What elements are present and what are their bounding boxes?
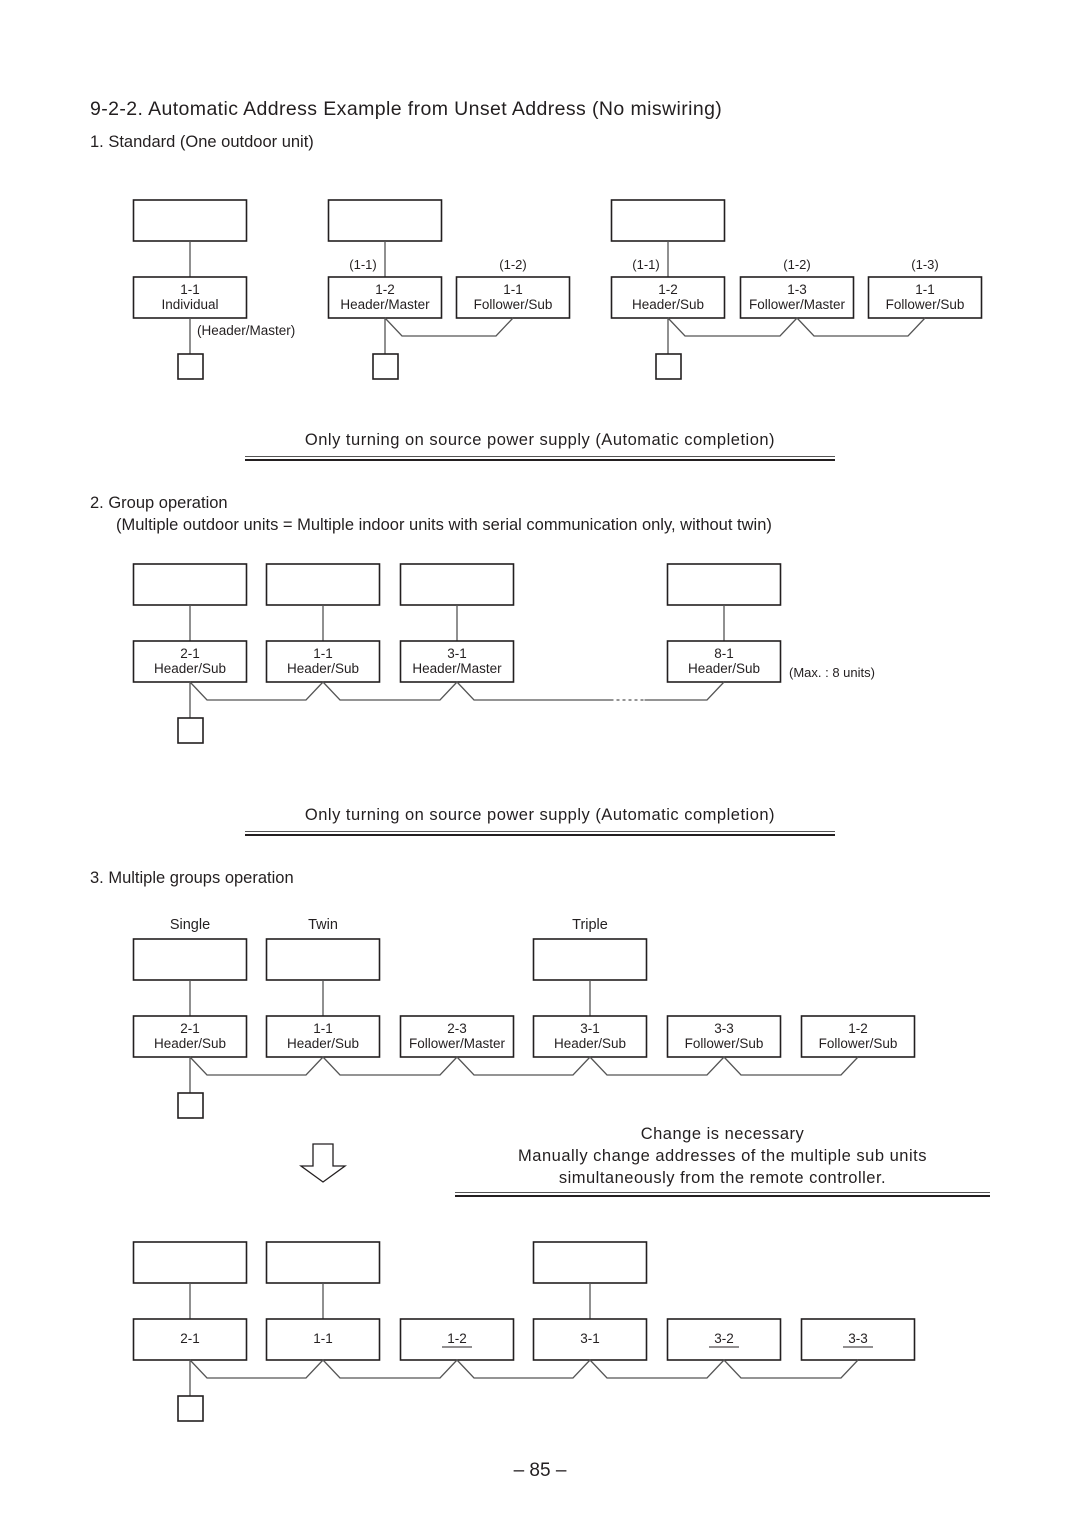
s3-before-bus-segment xyxy=(322,1056,458,1076)
s1-g3-indoor-unit-3-role: Follower/Sub xyxy=(886,297,965,312)
s1-g3-indoor-unit-1-address: 1-2 xyxy=(658,282,678,297)
s3-before-indoor-unit-5-role: Follower/Sub xyxy=(685,1036,764,1051)
s1-g3-outdoor-unit xyxy=(610,199,726,242)
s3-after-outdoor-unit-3 xyxy=(532,1241,648,1284)
s2-indoor-unit-4-role: Header/Sub xyxy=(688,661,760,676)
s1-g2-indoor-unit-1-role: Header/Master xyxy=(340,297,430,312)
s2-outdoor-unit-2 xyxy=(265,563,381,606)
s2-outdoor-unit-4 xyxy=(666,563,782,606)
s3-before-indoor-unit-2-role: Header/Sub xyxy=(287,1036,359,1051)
s1-g2-indoor-unit-2-role: Follower/Sub xyxy=(474,297,553,312)
s3-after-indoor-unit-6-address: 3-3 xyxy=(848,1331,868,1346)
s3-before-bus-segment xyxy=(189,1056,324,1076)
s2-bus-segment xyxy=(322,681,458,701)
s2-bus-segment xyxy=(644,681,725,701)
s3-before-indoor-unit-4-role: Header/Sub xyxy=(554,1036,626,1051)
s1-g1-outdoor-unit xyxy=(132,199,248,242)
s3-before-indoor-unit-4-address: 3-1 xyxy=(580,1021,600,1036)
s2-outdoor-unit-3 xyxy=(399,563,515,606)
s3-before-indoor-unit-1-address: 2-1 xyxy=(180,1021,200,1036)
s3-after-outdoor-unit-2 xyxy=(265,1241,381,1284)
s2-indoor-unit-2-role: Header/Sub xyxy=(287,661,359,676)
s1-g2-outdoor-unit xyxy=(327,199,443,242)
s1-g2-original-address-1: (1-1) xyxy=(349,257,376,272)
wiring-diagrams: 1-1Individual(Header/Master)1-2Header/Ma… xyxy=(132,199,983,1422)
s1-g3-indoor-unit-2-address: 1-3 xyxy=(787,282,807,297)
s3-after-indoor-unit-1-address: 2-1 xyxy=(180,1331,200,1346)
s3-group-label-twin: Twin xyxy=(308,917,338,933)
s2-indoor-unit-1-role: Header/Sub xyxy=(154,661,226,676)
s3-before-indoor-unit-6-role: Follower/Sub xyxy=(819,1036,898,1051)
s1-g1-indoor-unit-address: 1-1 xyxy=(180,282,200,297)
s3-group-label-triple: Triple xyxy=(572,917,608,933)
s2-bus-segment xyxy=(189,681,324,701)
s2-remote-controller xyxy=(177,717,204,744)
s3-before-indoor-unit-3-address: 2-3 xyxy=(447,1021,467,1036)
s3-after-remote-controller xyxy=(177,1395,204,1422)
s1-g2-remote-controller xyxy=(372,353,399,380)
s3-after-bus-segment xyxy=(189,1359,324,1379)
s1-g3-indoor-unit-2-role: Follower/Master xyxy=(749,297,846,312)
s2-indoor-unit-2-address: 1-1 xyxy=(313,646,333,661)
s3-before-indoor-unit-1-role: Header/Sub xyxy=(154,1036,226,1051)
s3-before-indoor-unit-3-role: Follower/Master xyxy=(409,1036,506,1051)
s3-before-outdoor-unit-1 xyxy=(132,938,248,981)
s1-g3-indoor-unit-3-address: 1-1 xyxy=(915,282,935,297)
s1-g2-original-address-2: (1-2) xyxy=(499,257,526,272)
s3-before-outdoor-unit-3 xyxy=(532,938,648,981)
s3-before-indoor-unit-2-address: 1-1 xyxy=(313,1021,333,1036)
s1-g2-indoor-unit-2-address: 1-1 xyxy=(503,282,523,297)
s3-before-remote-controller xyxy=(177,1092,204,1119)
s3-before-bus-segment xyxy=(723,1056,859,1076)
s3-after-indoor-unit-4-address: 3-1 xyxy=(580,1331,600,1346)
s3-after-indoor-unit-5-address: 3-2 xyxy=(714,1331,734,1346)
s2-max-units-note: (Max. : 8 units) xyxy=(789,665,875,680)
s2-indoor-unit-1-address: 2-1 xyxy=(180,646,200,661)
s1-g3-bus-segment xyxy=(796,317,926,337)
s3-after-indoor-unit-2-address: 1-1 xyxy=(313,1331,333,1346)
s1-g2-indoor-unit-1-address: 1-2 xyxy=(375,282,395,297)
s3-before-bus-segment xyxy=(589,1056,725,1076)
s2-indoor-unit-3-role: Header/Master xyxy=(412,661,502,676)
s2-indoor-unit-3-address: 3-1 xyxy=(447,646,467,661)
s3-before-bus-segment xyxy=(456,1056,591,1076)
s2-outdoor-unit-1 xyxy=(132,563,248,606)
s1-g3-remote-controller xyxy=(655,353,682,380)
s1-g2-bus-segment xyxy=(384,317,514,337)
s3-after-bus-segment xyxy=(589,1359,725,1379)
s3-group-label-single: Single xyxy=(170,917,210,933)
s1-g1-indoor-unit-role: Individual xyxy=(161,297,218,312)
s1-g3-bus-segment xyxy=(667,317,798,337)
s3-before-outdoor-unit-2 xyxy=(265,938,381,981)
s3-after-bus-segment xyxy=(456,1359,591,1379)
s3-after-bus-segment xyxy=(322,1359,458,1379)
s1-g1-remote-controller xyxy=(177,353,204,380)
s2-indoor-unit-4-address: 8-1 xyxy=(714,646,734,661)
s3-before-indoor-unit-6-address: 1-2 xyxy=(848,1021,868,1036)
s1-g3-original-address-2: (1-2) xyxy=(783,257,810,272)
s1-g3-original-address-3: (1-3) xyxy=(911,257,938,272)
s1-g1-unit-note: (Header/Master) xyxy=(197,323,295,338)
s1-g3-indoor-unit-1-role: Header/Sub xyxy=(632,297,704,312)
s3-after-outdoor-unit-1 xyxy=(132,1241,248,1284)
s1-g3-original-address-1: (1-1) xyxy=(632,257,659,272)
s3-after-indoor-unit-3-address: 1-2 xyxy=(447,1331,467,1346)
down-arrow-icon xyxy=(299,1143,347,1183)
s3-before-indoor-unit-5-address: 3-3 xyxy=(714,1021,734,1036)
s3-after-bus-segment xyxy=(723,1359,859,1379)
s2-bus-segment xyxy=(456,681,611,701)
